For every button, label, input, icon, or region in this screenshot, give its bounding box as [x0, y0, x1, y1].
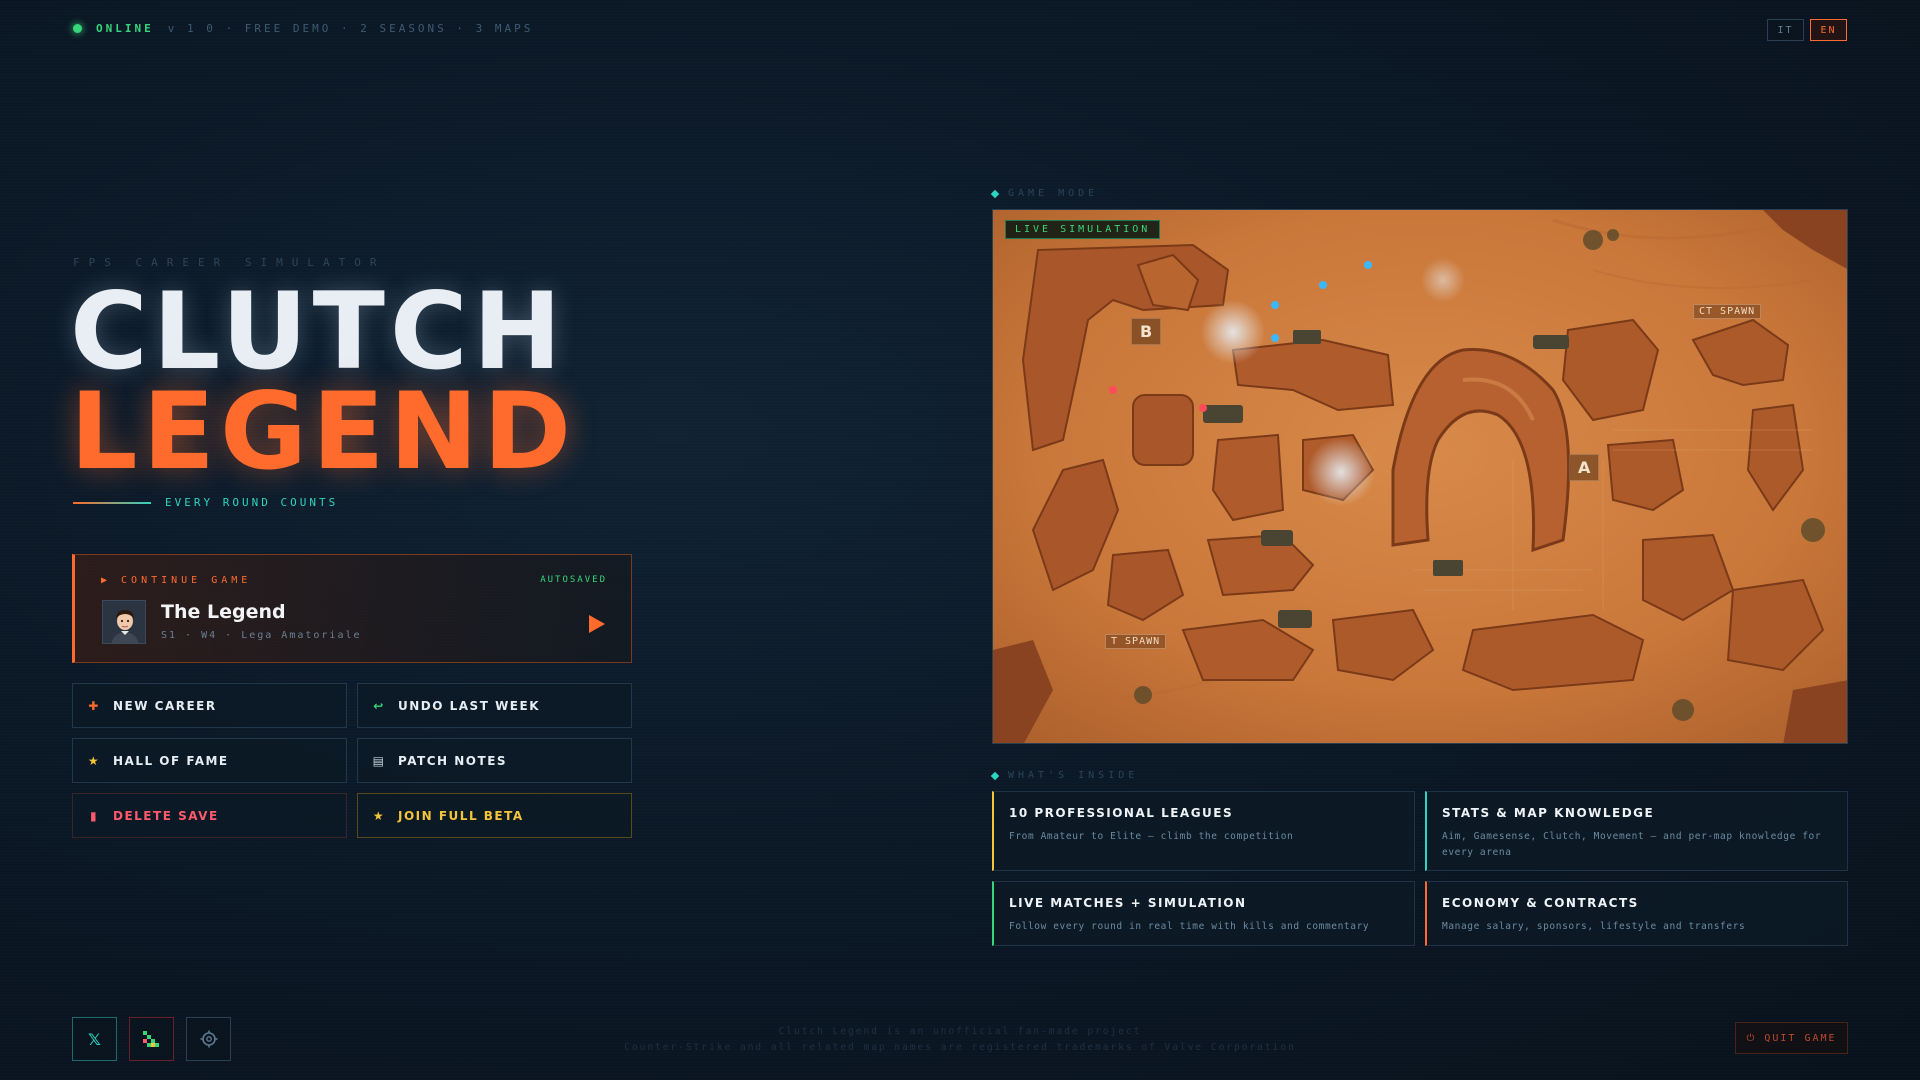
map-preview[interactable]: LIVE SIMULATION B A CT SPAWN T SPAWN [992, 209, 1848, 744]
feature-card: 10 PROFESSIONAL LEAGUES From Amateur to … [992, 791, 1415, 871]
undo-last-week-button[interactable]: ↩ UNDO LAST WEEK [357, 683, 632, 728]
title-line-legend: LEGEND [70, 370, 577, 493]
feature-title: STATS & MAP KNOWLEDGE [1442, 806, 1655, 820]
undo-last-week-label: UNDO LAST WEEK [398, 698, 540, 713]
site-a-label: A [1569, 454, 1600, 481]
star-icon: ★ [372, 808, 386, 823]
desert-map-image [993, 210, 1847, 743]
whats-inside-heading: WHAT'S INSIDE [1008, 770, 1139, 781]
features-grid: 10 PROFESSIONAL LEAGUES From Amateur to … [992, 791, 1848, 946]
whats-inside-section-label: WHAT'S INSIDE [990, 770, 1139, 781]
feature-description: Aim, Gamesense, Clutch, Movement — and p… [1442, 831, 1822, 858]
join-full-beta-label: JOIN FULL BETA [398, 808, 524, 823]
delete-save-button[interactable]: ▮ DELETE SAVE [72, 793, 347, 838]
patch-notes-button[interactable]: ▤ PATCH NOTES [357, 738, 632, 783]
feature-card: ECONOMY & CONTRACTS Manage salary, spons… [1425, 881, 1848, 946]
site-b-label: B [1131, 318, 1162, 345]
ct-spawn-label: CT SPAWN [1693, 304, 1762, 319]
feature-description: Manage salary, sponsors, lifestyle and t… [1442, 921, 1746, 932]
online-status: ONLINE [96, 22, 154, 35]
live-simulation-badge: LIVE SIMULATION [1005, 220, 1161, 239]
hall-of-fame-label: HALL OF FAME [113, 753, 229, 768]
diamond-icon [990, 771, 1000, 780]
tagline-divider [73, 501, 151, 504]
document-icon: ▤ [372, 753, 386, 768]
continue-game-card[interactable]: ▶ CONTINUE GAME AUTOSAVED The Legend S1 … [72, 554, 632, 663]
trash-icon: ▮ [89, 808, 99, 823]
tagline: EVERY ROUND COUNTS [73, 496, 338, 509]
join-full-beta-button[interactable]: ★ JOIN FULL BETA [357, 793, 632, 838]
main-menu: ✚ NEW CAREER ↩ UNDO LAST WEEK ★ HALL OF … [72, 683, 632, 838]
disclaimer-line: Counter-Strike and all related map names… [624, 1042, 1296, 1053]
play-icon[interactable] [589, 615, 605, 633]
title-line-clutch: CLUTCH [70, 270, 567, 393]
plus-icon: ✚ [88, 698, 100, 713]
new-career-button[interactable]: ✚ NEW CAREER [72, 683, 347, 728]
game-mode-section-label: GAME MODE [990, 188, 1099, 199]
player-name: The Legend [161, 601, 286, 623]
quit-game-button[interactable]: ⏻ QUIT GAME [1735, 1022, 1848, 1054]
tagline-text: EVERY ROUND COUNTS [165, 496, 339, 509]
game-subtitle: FPS CAREER SIMULATOR [73, 256, 386, 269]
diamond-icon [990, 189, 1000, 198]
feature-card: LIVE MATCHES + SIMULATION Follow every r… [992, 881, 1415, 946]
disclaimer-line: Clutch Legend is an unofficial fan-made … [778, 1026, 1142, 1037]
feature-title: 10 PROFESSIONAL LEAGUES [1009, 806, 1234, 820]
language-en-button[interactable]: EN [1810, 19, 1847, 41]
game-mode-heading: GAME MODE [1008, 188, 1099, 199]
feature-description: Follow every round in real time with kil… [1009, 921, 1370, 932]
player-avatar [102, 600, 146, 644]
online-indicator-icon [73, 24, 82, 33]
feature-card: STATS & MAP KNOWLEDGE Aim, Gamesense, Cl… [1425, 791, 1848, 871]
version-meta: v 1 0 · FREE DEMO · 2 SEASONS · 3 MAPS [167, 22, 534, 35]
continue-game-label: ▶ CONTINUE GAME [101, 575, 252, 586]
status-bar: ONLINE v 1 0 · FREE DEMO · 2 SEASONS · 3… [73, 22, 533, 35]
feature-title: LIVE MATCHES + SIMULATION [1009, 896, 1247, 910]
save-details: S1 · W4 · Lega Amatoriale [161, 630, 362, 641]
new-career-label: NEW CAREER [113, 698, 217, 713]
game-logo-title: CLUTCH LEGEND [70, 270, 577, 493]
autosaved-badge: AUTOSAVED [540, 575, 607, 585]
t-spawn-label: T SPAWN [1105, 634, 1167, 649]
hall-of-fame-button[interactable]: ★ HALL OF FAME [72, 738, 347, 783]
feature-description: From Amateur to Elite — climb the compet… [1009, 831, 1294, 842]
delete-save-label: DELETE SAVE [113, 808, 219, 823]
language-switcher: IT EN [1767, 19, 1847, 41]
legal-disclaimer: Clutch Legend is an unofficial fan-made … [0, 1024, 1920, 1056]
feature-title: ECONOMY & CONTRACTS [1442, 896, 1639, 910]
patch-notes-label: PATCH NOTES [398, 753, 508, 768]
language-it-button[interactable]: IT [1767, 19, 1804, 41]
star-icon: ★ [87, 753, 101, 768]
undo-arrow-icon: ↩ [373, 698, 385, 713]
